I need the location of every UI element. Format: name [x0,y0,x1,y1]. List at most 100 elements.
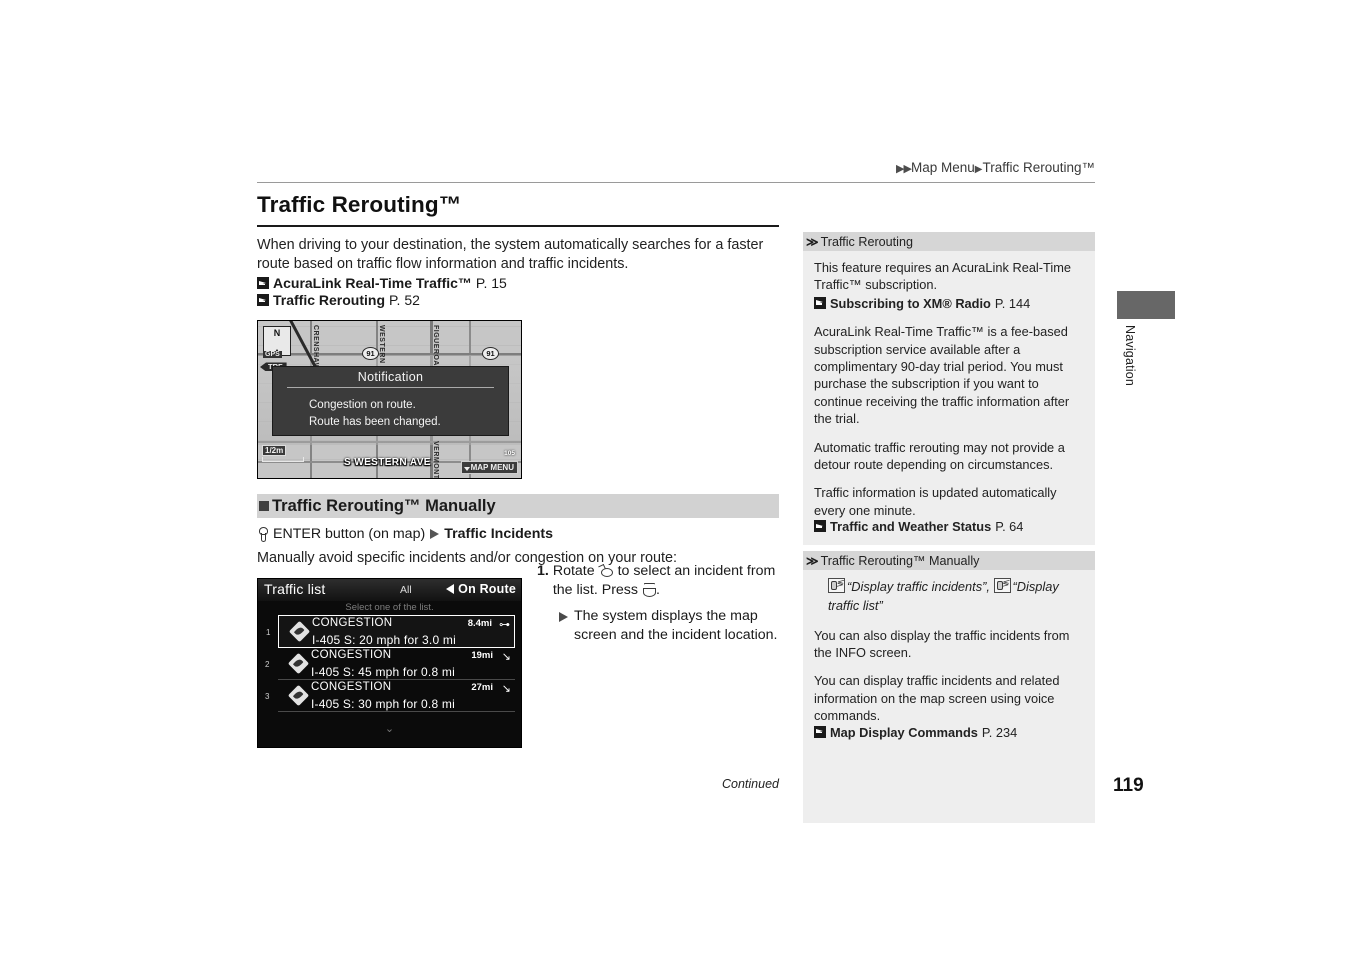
step-instructions: 1. Rotate to select an incident from the… [537,562,782,645]
traffic-list-title: Traffic list [264,580,326,597]
intro-paragraph: When driving to your destination, the sy… [257,236,764,273]
row-detail: I-405 S: 30 mph for 0.8 mi [311,697,455,712]
traffic-list-tab-all[interactable]: All [400,584,412,596]
continued-label: Continued [722,777,779,791]
traffic-list-row-1[interactable]: 1 CONGESTION I-405 S: 20 mph for 3.0 mi … [266,614,515,648]
panel1-paragraph-3: Automatic traffic rerouting may not prov… [814,439,1065,472]
traffic-list-rows: 1 CONGESTION I-405 S: 20 mph for 3.0 mi … [265,614,515,712]
compass-north-label: N [273,328,281,339]
congestion-icon [288,620,311,643]
sidebar-panel-1-tab: ≫ Traffic Rerouting [803,232,1095,251]
panel1-paragraph-4: Traffic information is updated automatic… [814,485,1057,518]
traffic-list-screenshot: Traffic list All On Route Select one of … [257,577,522,748]
section-bullet-icon [259,501,269,512]
cross-reference-1-page: P. 15 [475,275,507,292]
title-divider [257,225,779,227]
cross-reference-2[interactable]: Traffic Rerouting P. 52 [257,292,779,308]
panel2-voice-command-1: “Display traffic incidents”, [847,579,990,595]
command-path-button: ENTER button (on map) [273,526,426,543]
panel2-cross-reference-1[interactable]: Map Display Commands P. 234 [814,724,1084,741]
panel2-cross-reference-1-page: P. 234 [981,724,1018,740]
panel2-paragraph-1: You can also display the traffic inciden… [814,627,1070,660]
row-number: 1 [266,627,271,637]
map-street-label-figueroa: FIGUEROA [432,325,439,367]
notification-divider [287,387,494,389]
step-result: The system displays the map screen and t… [559,607,782,645]
jump-arrow-icon [257,294,269,307]
map-street-label-vermont: VERMONT [432,441,439,480]
map-notification-screenshot: 91 91 CRENSHAW WESTERN FIGUEROA VERMONT … [257,320,522,480]
step-text-a: Rotate [552,563,595,579]
sidebar-panel-2-tab-label: Traffic Rerouting™ Manually [820,553,980,568]
row-type: CONGESTION [311,649,392,662]
enter-button-icon [257,526,268,542]
cross-reference-1-label: AcuraLink Real-Time Traffic™ [273,275,472,292]
panel1-cross-reference-2-page: P. 64 [995,519,1024,535]
main-content: Traffic Rerouting™ When driving to your … [257,192,779,748]
panel1-cross-reference-2[interactable]: Traffic and Weather Status P. 64 [814,518,1084,535]
map-menu-button[interactable]: MAP MENU [460,461,518,475]
jump-arrow-icon [814,725,826,738]
step-number: 1. [537,563,549,579]
panel1-paragraph-1: This feature requires an AcuraLink Real-… [814,260,1071,293]
section-heading-label: Traffic Rerouting™ Manually [272,496,496,515]
notification-title: Notification [357,370,424,385]
notification-line-2: Route has been changed. [309,415,441,428]
row-distance: 27mi [471,681,493,693]
row-type: CONGESTION [311,681,392,694]
row-distance: 8.4mi [467,617,492,629]
traffic-list-row-2[interactable]: 2 CONGESTION I-405 S: 45 mph for 0.8 mi … [265,648,515,680]
panel1-cross-reference-1[interactable]: Subscribing to XM® Radio P. 144 [814,295,1084,312]
left-arrow-icon [446,583,455,594]
direction-marker-icon: ↘ [501,650,511,663]
panel1-cross-reference-1-label: Subscribing to XM® Radio [830,295,991,311]
traffic-list-tab-on-route-label: On Route [458,581,516,596]
map-street-label-western: WESTERN [378,325,385,364]
row-distance: 19mi [471,649,493,661]
scroll-down-icon[interactable]: ⌄ [258,722,521,735]
command-path: ENTER button (on map) Traffic Incidents [257,526,779,542]
map-scale-bar [262,457,304,463]
press-knob-icon [642,583,656,598]
sidebar-panel-2-body: “Display traffic incidents”, “Display tr… [803,570,1095,824]
route-marker-icon: ⊶ [499,618,510,631]
sidebar-panel-2-tab: ≫ Traffic Rerouting™ Manually [803,551,1095,571]
cross-reference-2-label: Traffic Rerouting [273,292,386,309]
breadcrumb-item-map-menu: Map Menu [910,160,975,175]
traffic-list-row-3[interactable]: 3 CONGESTION I-405 S: 30 mph for 0.8 mi … [265,680,515,712]
row-number: 2 [265,659,270,669]
panel1-cross-reference-1-page: P. 144 [994,295,1031,311]
jump-arrow-icon [814,520,826,533]
voice-command-icon [993,577,1011,594]
panel2-voice-commands: “Display traffic incidents”, “Display tr… [814,577,1084,615]
cross-reference-1[interactable]: AcuraLink Real-Time Traffic™ P. 15 [257,275,779,291]
sidebar-notes: ≫ Traffic Rerouting This feature require… [803,232,1095,824]
sidebar-panel-1-body: This feature requires an AcuraLink Real-… [803,251,1095,546]
panel1-paragraph-2: AcuraLink Real-Time Traffic™ is a fee-ba… [814,324,1070,427]
breadcrumb: ▶▶Map Menu▶Traffic Rerouting™ [860,160,1095,175]
result-arrow-icon [559,612,568,623]
direction-marker-icon: ↘ [501,682,511,695]
voice-command-icon [828,577,845,594]
congestion-icon [287,652,310,675]
header-divider [257,182,1095,183]
step-result-text: The system displays the map screen and t… [574,608,778,644]
command-path-target: Traffic Incidents [444,526,553,543]
panel2-cross-reference-1-label: Map Display Commands [830,724,978,740]
gps-badge: GPS [263,351,282,359]
traffic-list-subtitle: Select one of the list. [345,601,434,613]
cross-reference-2-page: P. 52 [389,292,420,309]
manual-page: ▶▶Map Menu▶Traffic Rerouting™ Traffic Re… [0,0,1350,954]
chapter-tab-block [1117,291,1175,319]
traffic-list-tab-on-route[interactable]: On Route [446,582,516,596]
chevron-right-icon: ≫ [806,553,818,568]
sidebar-panel-1-tab-label: Traffic Rerouting [820,234,913,249]
path-arrow-icon [430,529,440,540]
jump-arrow-icon [257,277,269,290]
panel1-cross-reference-2-label: Traffic and Weather Status [830,519,992,535]
congestion-icon [287,684,310,707]
section-heading: Traffic Rerouting™ Manually [257,494,779,519]
breadcrumb-arrows: ▶▶ [896,163,912,175]
notification-line-1: Congestion on route. [309,399,416,412]
map-street-label-crenshaw: CRENSHAW [312,325,319,371]
